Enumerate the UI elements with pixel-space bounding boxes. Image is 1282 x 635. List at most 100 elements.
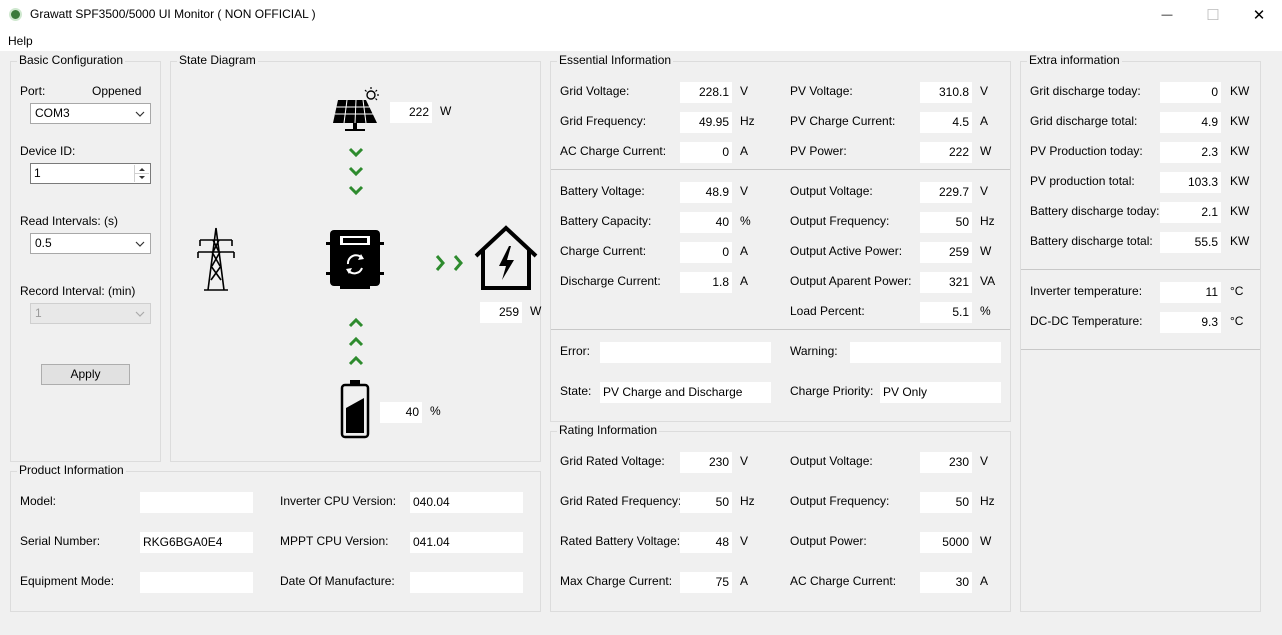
inverter-icon	[326, 230, 384, 289]
app-icon	[9, 8, 22, 21]
output-active-power-unit: W	[980, 244, 992, 258]
pv-charge-current-unit: A	[980, 114, 989, 128]
rated-output-voltage-unit: V	[980, 454, 989, 468]
output-active-power-value: 259	[920, 242, 972, 263]
inverter-temperature-label: Inverter temperature:	[1030, 284, 1143, 298]
rated-output-frequency-unit: Hz	[980, 494, 995, 508]
rating-information-title: Rating Information	[557, 423, 660, 437]
battery-capacity-unit: %	[740, 214, 751, 228]
flow-down-icon	[348, 147, 364, 196]
pv-power-unit: W	[980, 144, 992, 158]
chevron-down-icon	[135, 241, 145, 247]
load-percent-value: 5.1	[920, 302, 972, 323]
battery-capacity-value: 40	[680, 212, 732, 233]
port-status: Oppened	[92, 84, 142, 98]
pv-power-unit: W	[440, 104, 452, 118]
pv-charge-current-value: 4.5	[920, 112, 972, 133]
grid-discharge-today-value: 0	[1160, 82, 1221, 103]
port-label: Port:	[20, 84, 46, 98]
grid-frequency-unit: Hz	[740, 114, 755, 128]
output-active-power-label: Output Active Power:	[790, 244, 903, 258]
output-frequency-label: Output Frequency:	[790, 214, 890, 228]
pv-power-display: 222	[390, 102, 432, 123]
record-interval-select[interactable]: 1	[30, 303, 151, 324]
close-icon: ✕	[1252, 7, 1266, 24]
flow-right-icon	[435, 255, 463, 271]
ac-charge-current-unit: A	[740, 144, 749, 158]
rated-output-power-label: Output Power:	[790, 534, 867, 548]
device-id-spinner[interactable]: 1	[30, 163, 151, 184]
rated-output-voltage-label: Output Voltage:	[790, 454, 873, 468]
apply-button[interactable]: Apply	[41, 364, 130, 385]
spinner-arrows-icon[interactable]	[134, 165, 149, 182]
device-id-value: 1	[34, 166, 41, 180]
rated-output-power-unit: W	[980, 534, 992, 548]
grid-rated-frequency-unit: Hz	[740, 494, 755, 508]
product-information-title: Product Information	[17, 463, 126, 477]
pv-power-value: 222	[920, 142, 972, 163]
discharge-current-unit: A	[740, 274, 749, 288]
output-apparent-power-unit: VA	[980, 274, 996, 288]
serial-number-value: RKG6BGA0E4	[140, 532, 253, 553]
state-label: State:	[560, 384, 592, 398]
read-interval-label: Read Intervals: (s)	[20, 214, 119, 228]
solar-panel-icon	[333, 87, 379, 131]
extra-information-title: Extra information	[1027, 53, 1122, 67]
rated-ac-charge-current-value: 30	[920, 572, 972, 593]
rated-ac-charge-current-label: AC Charge Current:	[790, 574, 897, 588]
model-label: Model:	[20, 494, 57, 508]
load-power-display: 259	[480, 302, 522, 323]
load-percent-label: Load Percent:	[790, 304, 865, 318]
load-power-unit: W	[530, 304, 542, 318]
battery-voltage-value: 48.9	[680, 182, 732, 203]
grid-voltage-label: Grid Voltage:	[560, 84, 630, 98]
port-select-value: COM3	[35, 106, 70, 120]
minimize-button[interactable]: —	[1144, 0, 1190, 30]
grid-discharge-total-label: Grid discharge total:	[1030, 114, 1138, 128]
battery-percent-unit: %	[430, 404, 441, 418]
section-divider	[1021, 269, 1260, 270]
grid-rated-voltage-label: Grid Rated Voltage:	[560, 454, 665, 468]
state-diagram-title: State Diagram	[177, 53, 258, 67]
rated-battery-voltage-value: 48	[680, 532, 732, 553]
close-button[interactable]: ✕	[1236, 0, 1282, 30]
rated-ac-charge-current-unit: A	[980, 574, 989, 588]
minimize-icon: —	[1161, 9, 1173, 21]
ac-charge-current-label: AC Charge Current:	[560, 144, 667, 158]
dcdc-temperature-unit: °C	[1230, 314, 1244, 328]
equipment-mode-label: Equipment Mode:	[20, 574, 115, 588]
section-divider	[551, 169, 1010, 170]
inverter-temperature-unit: °C	[1230, 284, 1244, 298]
battery-discharge-total-value: 55.5	[1160, 232, 1221, 253]
pv-production-today-unit: KW	[1230, 144, 1250, 158]
load-percent-unit: %	[980, 304, 991, 318]
read-interval-select[interactable]: 0.5	[30, 233, 151, 254]
battery-discharge-today-value: 2.1	[1160, 202, 1221, 223]
mppt-cpu-label: MPPT CPU Version:	[280, 534, 389, 548]
grid-voltage-value: 228.1	[680, 82, 732, 103]
model-value	[140, 492, 253, 513]
discharge-current-value: 1.8	[680, 272, 732, 293]
max-charge-current-unit: A	[740, 574, 749, 588]
grid-rated-frequency-value: 50	[680, 492, 732, 513]
menu-help[interactable]: Help	[8, 34, 33, 48]
maximize-button[interactable]: ☐	[1190, 0, 1236, 30]
section-divider	[551, 329, 1010, 330]
basic-configuration-title: Basic Configuration	[17, 53, 126, 67]
equipment-mode-value	[140, 572, 253, 593]
menu-bar	[0, 30, 1282, 51]
maximize-icon: ☐	[1206, 7, 1220, 24]
pv-production-today-label: PV Production today:	[1030, 144, 1143, 158]
rated-output-frequency-value: 50	[920, 492, 972, 513]
rated-output-power-value: 5000	[920, 532, 972, 553]
charge-current-label: Charge Current:	[560, 244, 647, 258]
grid-frequency-value: 49.95	[680, 112, 732, 133]
output-apparent-power-label: Output Aparent Power:	[790, 274, 912, 288]
output-voltage-label: Output Voltage:	[790, 184, 873, 198]
port-select[interactable]: COM3	[30, 103, 151, 124]
grid-rated-frequency-label: Grid Rated Frequency:	[560, 494, 682, 508]
output-apparent-power-value: 321	[920, 272, 972, 293]
device-id-label: Device ID:	[20, 144, 76, 158]
essential-information-title: Essential Information	[557, 53, 674, 67]
rated-output-voltage-value: 230	[920, 452, 972, 473]
